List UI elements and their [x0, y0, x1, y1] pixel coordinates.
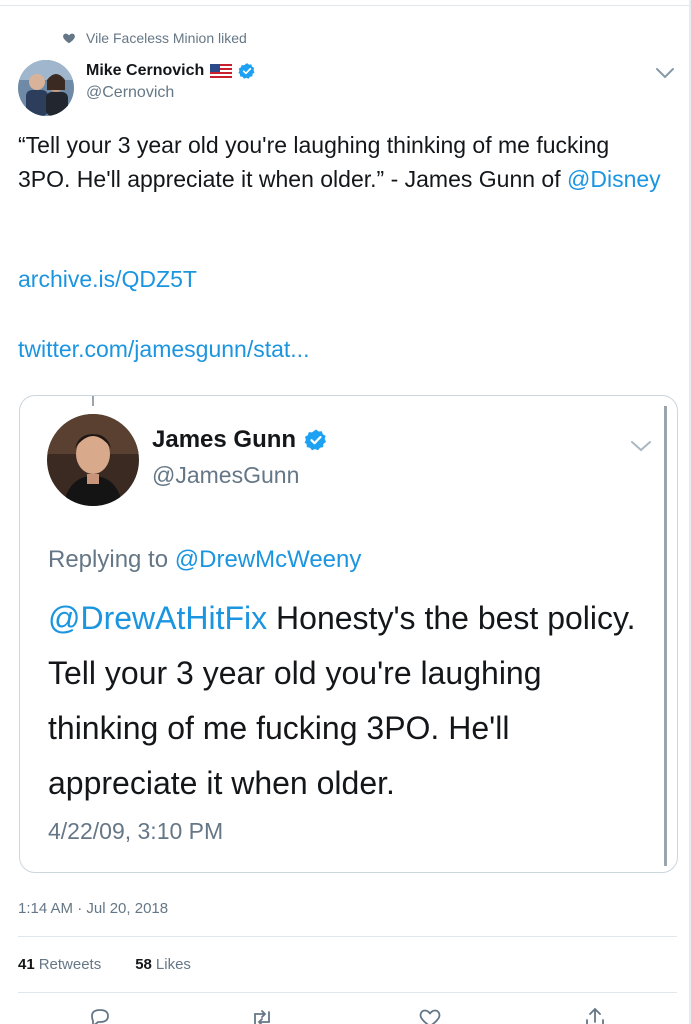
retweets-stat[interactable]: 41 Retweets — [18, 956, 101, 973]
tweet-stats: 41 Retweets 58 Likes — [18, 956, 191, 973]
archive-link[interactable]: archive.is/QDZ5T — [18, 266, 197, 293]
avatar[interactable] — [18, 60, 74, 116]
quoted-author: James Gunn — [152, 426, 328, 454]
author-name[interactable]: Mike Cernovich — [86, 62, 204, 80]
quoted-mention-link[interactable]: @DrewAtHitFix — [48, 600, 267, 636]
tweet-text: “Tell your 3 year old you're laughing th… — [18, 128, 668, 196]
reply-icon[interactable] — [88, 1006, 112, 1024]
chevron-down-icon[interactable] — [654, 66, 676, 80]
share-icon[interactable] — [583, 1006, 607, 1024]
likes-count: 58 — [135, 956, 152, 973]
tweet-text-body: “Tell your 3 year old you're laughing th… — [18, 132, 610, 192]
quoted-author-name[interactable]: James Gunn — [152, 426, 296, 454]
mention-link[interactable]: @Disney — [567, 166, 661, 192]
quoted-tweet[interactable]: James Gunn @JamesGunn Replying to @DrewM… — [19, 395, 678, 873]
replying-to: Replying to @DrewMcWeeny — [48, 546, 361, 574]
top-edge — [0, 0, 691, 6]
quoted-avatar[interactable] — [47, 414, 139, 506]
replying-to-label: Replying to — [48, 546, 175, 573]
quoted-text: @DrewAtHitFix Honesty's the best policy.… — [48, 591, 648, 811]
retweets-count: 41 — [18, 956, 35, 973]
retweet-icon[interactable] — [250, 1006, 274, 1024]
like-icon[interactable] — [418, 1006, 442, 1024]
reply-to-link[interactable]: @DrewMcWeeny — [175, 546, 362, 573]
flag-icon — [210, 64, 233, 78]
author-block: Mike Cernovich @Cernovich — [86, 62, 256, 102]
social-context: Vile Faceless Minion liked — [62, 30, 247, 46]
chevron-down-icon[interactable] — [628, 438, 654, 454]
divider — [18, 992, 677, 993]
verified-icon — [304, 429, 327, 451]
twitter-status-link[interactable]: twitter.com/jamesgunn/stat... — [18, 336, 309, 363]
likes-label: Likes — [155, 956, 191, 973]
verified-icon — [238, 63, 255, 79]
tweet-timestamp[interactable]: 1:14 AM · Jul 20, 2018 — [18, 900, 168, 917]
retweets-label: Retweets — [38, 956, 102, 973]
social-context-text: Vile Faceless Minion liked — [86, 30, 247, 46]
divider — [18, 936, 677, 937]
quote-tick — [92, 396, 94, 406]
likes-stat[interactable]: 58 Likes — [135, 956, 191, 973]
heart-icon — [63, 33, 75, 44]
quoted-date: 4/22/09, 3:10 PM — [48, 818, 224, 844]
quoted-author-handle[interactable]: @JamesGunn — [152, 462, 299, 489]
author-handle[interactable]: @Cernovich — [86, 84, 256, 102]
scrollbar[interactable] — [664, 406, 667, 866]
